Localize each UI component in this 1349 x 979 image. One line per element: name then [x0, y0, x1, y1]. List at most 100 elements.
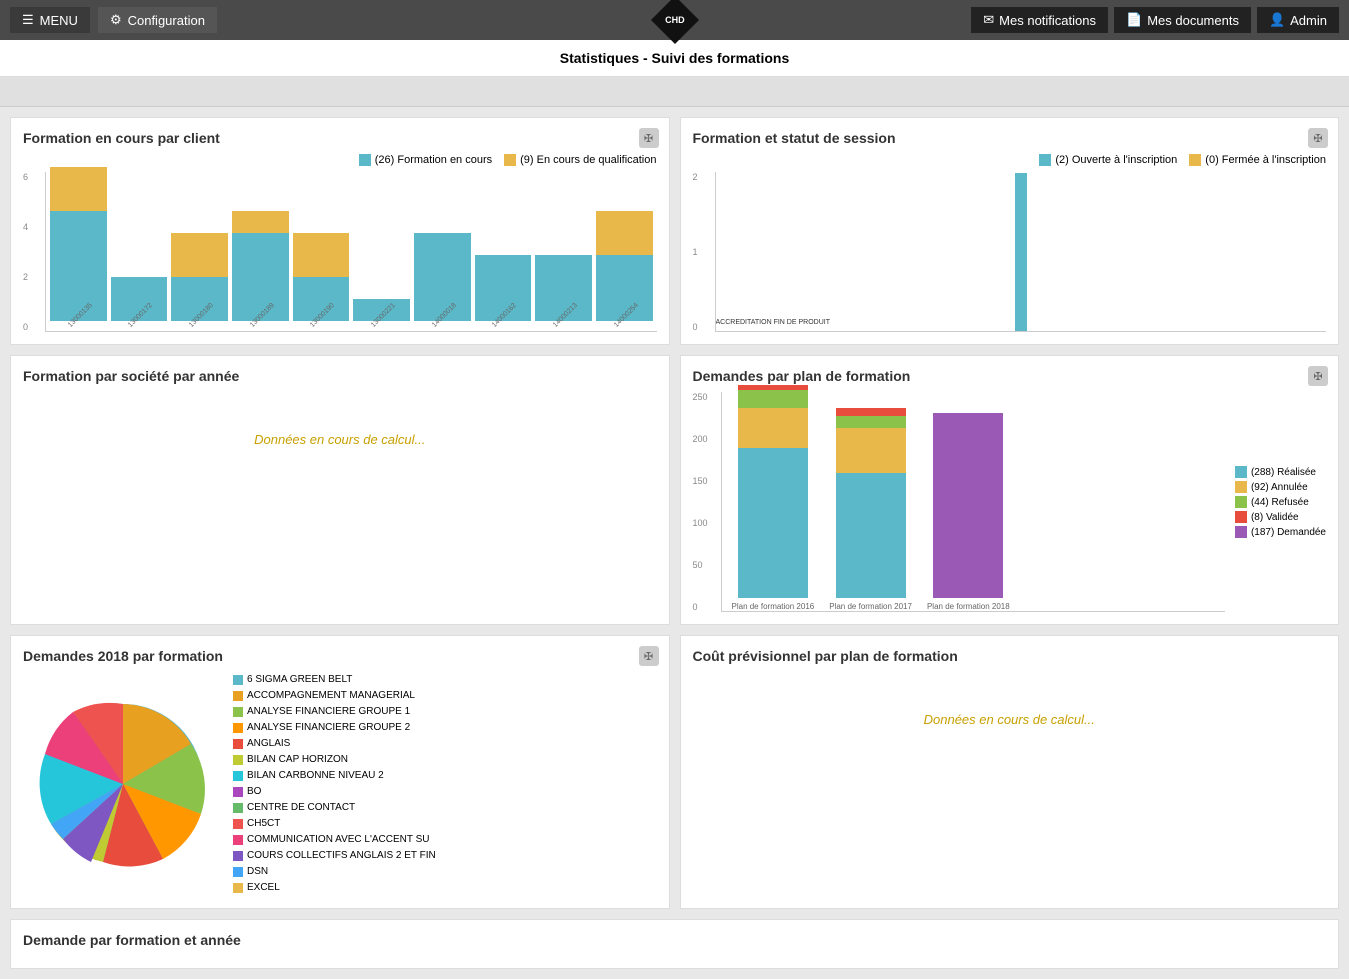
- pie-label-3: ANALYSE FINANCIERE GROUPE 1: [247, 704, 410, 720]
- bar-stack-7: [414, 233, 471, 321]
- notifications-button[interactable]: ✉ Mes notifications: [971, 7, 1108, 33]
- chart4-leg-label-blue: (288) Réalisée: [1251, 467, 1316, 478]
- pie-leg-13: DSN: [233, 864, 436, 880]
- pie-leg-2: ACCOMPAGNEMENT MANAGERIAL: [233, 688, 436, 704]
- pie-leg-7: BILAN CARBONNE NIVEAU 2: [233, 768, 436, 784]
- pie-leg-3: ANALYSE FINANCIERE GROUPE 1: [233, 704, 436, 720]
- chart1-area: (26) Formation en cours (9) En cours de …: [23, 154, 657, 332]
- toolbar: [0, 77, 1349, 107]
- seg-2016-blue: [738, 448, 808, 598]
- chart4-leg-color-orange: [1235, 481, 1247, 493]
- pie-leg-8: BO: [233, 784, 436, 800]
- pie-leg-12: COURS COLLECTIFS ANGLAIS 2 ET FIN: [233, 848, 436, 864]
- logo: CHD: [658, 3, 692, 37]
- chart4-leg-blue: (288) Réalisée: [1235, 466, 1326, 478]
- chart4-leg-label-orange: (92) Annulée: [1251, 482, 1308, 493]
- chart2-expand-icon[interactable]: ✠: [1308, 128, 1328, 148]
- seg-2017-red: [836, 408, 906, 416]
- bar-14000162: 14000162: [475, 255, 532, 331]
- envelope-icon: ✉: [983, 12, 994, 28]
- chart1-y-axis: 6420: [23, 172, 28, 332]
- pie-leg-11: COMMUNICATION AVEC L'ACCENT SU: [233, 832, 436, 848]
- seg-2016-green: [738, 390, 808, 408]
- chart-demandes-plan: Demandes par plan de formation ✠ 2502001…: [680, 355, 1340, 625]
- stacked-2017-stack: [836, 408, 906, 598]
- seg-2016-orange: [738, 408, 808, 448]
- chart-demandes-2018: Demandes 2018 par formation ✠: [10, 635, 670, 909]
- chart-formation-societe: Formation par société par année Données …: [10, 355, 670, 625]
- legend-label-orange: (9) En cours de qualification: [520, 154, 656, 166]
- pie-leg-5: ANGLAIS: [233, 736, 436, 752]
- pie-color-9: [233, 803, 243, 813]
- chart6-title: Coût prévisionnel par plan de formation: [693, 648, 1327, 664]
- chart5-expand-icon[interactable]: ✠: [639, 646, 659, 666]
- pie-label-14: EXCEL: [247, 880, 280, 896]
- pie-color-10: [233, 819, 243, 829]
- menu-button[interactable]: ☰ MENU: [10, 7, 90, 33]
- chart4-bars: Plan de formation 2016 Plan de formation…: [721, 392, 1225, 612]
- bar-orange-5: [293, 233, 350, 277]
- chart2-x-label: ACCRÉDITATION FIN DE PRODUIT: [716, 319, 1327, 326]
- chart2-legend-label-orange: (0) Fermée à l'inscription: [1205, 154, 1326, 166]
- documents-button[interactable]: 📄 Mes documents: [1114, 7, 1251, 33]
- chart4-legend: (288) Réalisée (92) Annulée (44) Refusée…: [1235, 392, 1326, 612]
- legend-color-blue: [359, 154, 371, 166]
- chart5-pie: [23, 684, 223, 884]
- seg-2017-green: [836, 416, 906, 428]
- chart4-content: 250200150100500 Plan de formation 2016: [693, 392, 1327, 612]
- chart2-legend-orange: (0) Fermée à l'inscription: [1189, 154, 1326, 166]
- pie-color-13: [233, 867, 243, 877]
- bar-14000254: 14000254: [596, 211, 653, 331]
- chart2-y-axis: 210: [693, 172, 698, 332]
- chart4-leg-label-red: (8) Validée: [1251, 512, 1299, 523]
- pie-color-2: [233, 691, 243, 701]
- stacked-2017: Plan de formation 2017: [829, 408, 912, 611]
- chart4-leg-label-green: (44) Refusée: [1251, 497, 1309, 508]
- header: ☰ MENU ⚙ Configuration CHD ✉ Mes notific…: [0, 0, 1349, 40]
- chart2-legend-color-orange: [1189, 154, 1201, 166]
- chart1-expand-icon[interactable]: ✠: [639, 128, 659, 148]
- bar-13000135: 13000135: [50, 167, 107, 331]
- bar-13000189: 13000189: [232, 211, 289, 331]
- bar-13000172: 13000172: [111, 277, 168, 331]
- chart2-legend: (2) Ouverte à l'inscription (0) Fermée à…: [693, 154, 1327, 166]
- bar-14000018: 14000018: [414, 233, 471, 331]
- stacked-2017-label: Plan de formation 2017: [829, 602, 912, 611]
- stacked-2016-stack: [738, 385, 808, 598]
- chart2-area: (2) Ouverte à l'inscription (0) Fermée à…: [693, 154, 1327, 332]
- stacked-2018-stack: [933, 413, 1003, 598]
- bar-13000190: 13000190: [293, 233, 350, 331]
- chart2-legend-blue: (2) Ouverte à l'inscription: [1039, 154, 1177, 166]
- header-right: ✉ Mes notifications 📄 Mes documents 👤 Ad…: [971, 7, 1339, 33]
- bar-orange-4: [232, 211, 289, 233]
- config-button[interactable]: ⚙ Configuration: [98, 7, 217, 33]
- chart-demande-annee: Demande par formation et année: [10, 919, 1339, 969]
- pie-color-6: [233, 755, 243, 765]
- chart4-title: Demandes par plan de formation: [693, 368, 1327, 384]
- header-left: ☰ MENU ⚙ Configuration: [10, 7, 217, 33]
- legend-item-orange: (9) En cours de qualification: [504, 154, 656, 166]
- chart4-leg-color-blue: [1235, 466, 1247, 478]
- bar-stack-3: [171, 233, 228, 321]
- page-title: Statistiques - Suivi des formations: [560, 50, 790, 66]
- bar-stack-1: [50, 167, 107, 321]
- pie-leg-14: EXCEL: [233, 880, 436, 896]
- pie-color-1: [233, 675, 243, 685]
- bar-stack-10: [596, 211, 653, 321]
- stacked-2018: Plan de formation 2018: [927, 413, 1010, 611]
- chart1-title: Formation en cours par client: [23, 130, 657, 146]
- pie-label-9: CENTRE DE CONTACT: [247, 800, 355, 816]
- chart-statut-session: Formation et statut de session ✠ (2) Ouv…: [680, 117, 1340, 345]
- pie-color-4: [233, 723, 243, 733]
- pie-color-5: [233, 739, 243, 749]
- chart4-expand-icon[interactable]: ✠: [1308, 366, 1328, 386]
- logo-text: CHD: [665, 15, 685, 25]
- chart2-spike: [1011, 173, 1031, 331]
- admin-button[interactable]: 👤 Admin: [1257, 7, 1339, 33]
- chart4-leg-label-purple: (187) Demandée: [1251, 527, 1326, 538]
- pie-label-11: COMMUNICATION AVEC L'ACCENT SU: [247, 832, 430, 848]
- stacked-2016-label: Plan de formation 2016: [732, 602, 815, 611]
- chart2-legend-color-blue: [1039, 154, 1051, 166]
- pie-leg-10: CH5CT: [233, 816, 436, 832]
- menu-label: MENU: [40, 13, 78, 28]
